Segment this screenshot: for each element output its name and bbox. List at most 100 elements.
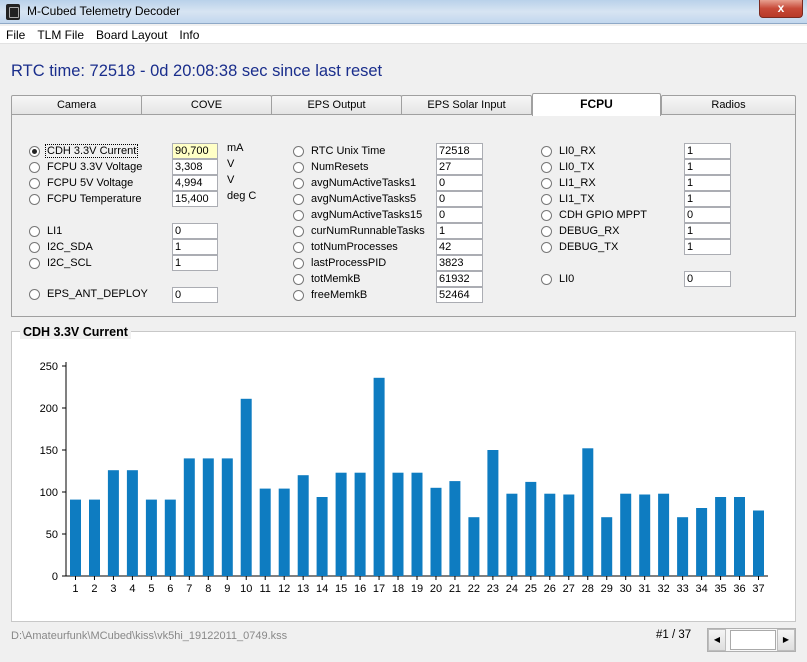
radio-button[interactable] <box>293 273 304 285</box>
radio-button[interactable] <box>293 209 304 221</box>
field-avg-active-tasks-5[interactable]: avgNumActiveTasks5 <box>293 191 417 207</box>
field-label: CDH 3.3V Current <box>44 144 139 158</box>
field-rtc-unix-time[interactable]: RTC Unix Time <box>293 143 386 159</box>
x-tick-label: 3 <box>110 583 116 595</box>
scroll-left-arrow-icon[interactable]: ◀ <box>708 629 726 651</box>
field-li1-tx[interactable]: LI1_TX <box>541 191 595 207</box>
field-label: I2C_SDA <box>47 241 93 253</box>
menu-info[interactable]: Info <box>173 26 205 43</box>
tab-radios[interactable]: Radios <box>661 95 796 115</box>
chart-bar <box>316 497 328 576</box>
radio-button[interactable] <box>29 241 40 253</box>
value-box: 1 <box>436 223 483 239</box>
radio-button[interactable] <box>293 145 304 157</box>
radio-button[interactable] <box>29 177 40 189</box>
field-avg-active-tasks-1[interactable]: avgNumActiveTasks1 <box>293 175 417 191</box>
tab-eps-output[interactable]: EPS Output <box>271 95 402 115</box>
radio-button[interactable] <box>541 145 552 157</box>
bar-chart: 0501001502002501 2 3 4 5 6 7 8 9 10 11 12 13 14 15 16 17… <box>40 361 768 595</box>
chart-bar <box>126 470 138 576</box>
field-avg-active-tasks-15[interactable]: avgNumActiveTasks15 <box>293 207 423 223</box>
field-eps-ant-deploy[interactable]: EPS_ANT_DEPLOY <box>29 286 149 302</box>
radio-button[interactable] <box>293 241 304 253</box>
field-fcpu-5v-voltage[interactable]: FCPU 5V Voltage <box>29 175 134 191</box>
field-label: DEBUG_RX <box>559 225 620 237</box>
scroll-thumb[interactable] <box>730 630 776 650</box>
radio-button[interactable] <box>541 177 552 189</box>
x-tick-label: 11 <box>260 583 271 595</box>
radio-button[interactable] <box>541 161 552 173</box>
radio-button[interactable] <box>293 289 304 301</box>
value-box: 4,994 <box>172 175 218 191</box>
radio-button[interactable] <box>541 225 552 237</box>
x-tick-label: 12 <box>278 583 290 595</box>
radio-button[interactable] <box>541 241 552 253</box>
menu-tlm-file[interactable]: TLM File <box>31 26 90 43</box>
chart-bar <box>601 517 613 576</box>
tab-cove[interactable]: COVE <box>141 95 272 115</box>
chart-bar <box>696 508 708 576</box>
field-cur-runnable-tasks[interactable]: curNumRunnableTasks <box>293 223 426 239</box>
x-tick-label: 32 <box>658 583 670 595</box>
field-i2c-scl[interactable]: I2C_SCL <box>29 255 93 271</box>
x-tick-label: 2 <box>91 583 97 595</box>
value-box: 72518 <box>436 143 483 159</box>
radio-button[interactable] <box>293 193 304 205</box>
field-last-process-pid[interactable]: lastProcessPID <box>293 255 387 271</box>
radio-button[interactable] <box>29 225 40 237</box>
field-tot-num-processes[interactable]: totNumProcesses <box>293 239 399 255</box>
field-label: freeMemkB <box>311 289 368 301</box>
field-cdh-3v3-current[interactable]: CDH 3.3V Current <box>29 143 139 159</box>
field-debug-tx[interactable]: DEBUG_TX <box>541 239 619 255</box>
field-cdh-gpio-mppt[interactable]: CDH GPIO MPPT <box>541 207 648 223</box>
field-tot-mem-kb[interactable]: totMemkB <box>293 271 362 287</box>
close-button[interactable]: x <box>759 0 803 18</box>
chart-bar <box>639 494 651 576</box>
scroll-right-arrow-icon[interactable]: ▶ <box>777 629 795 651</box>
field-label: FCPU Temperature <box>47 193 142 205</box>
radio-button[interactable] <box>541 193 552 205</box>
tab-eps-solar-input[interactable]: EPS Solar Input <box>401 95 532 115</box>
x-tick-label: 28 <box>582 583 594 595</box>
radio-button[interactable] <box>293 257 304 269</box>
radio-button[interactable] <box>29 145 40 157</box>
field-li1-rx[interactable]: LI1_RX <box>541 175 597 191</box>
value-box: 27 <box>436 159 483 175</box>
field-fcpu-3v3-voltage[interactable]: FCPU 3.3V Voltage <box>29 159 143 175</box>
tab-camera[interactable]: Camera <box>11 95 142 115</box>
radio-button[interactable] <box>29 288 40 300</box>
field-debug-rx[interactable]: DEBUG_RX <box>541 223 621 239</box>
radio-button[interactable] <box>293 225 304 237</box>
chart-bar <box>183 458 195 576</box>
field-fcpu-temperature[interactable]: FCPU Temperature <box>29 191 143 207</box>
field-li0[interactable]: LI0 <box>541 271 575 287</box>
chart-bar <box>335 472 347 576</box>
radio-button[interactable] <box>293 177 304 189</box>
record-scrollbar[interactable]: ◀ ▶ <box>707 628 796 652</box>
menu-board-layout[interactable]: Board Layout <box>90 26 173 43</box>
radio-button[interactable] <box>29 257 40 269</box>
tab-fcpu[interactable]: FCPU <box>532 93 661 116</box>
x-tick-label: 20 <box>430 583 442 595</box>
radio-button[interactable] <box>541 209 552 221</box>
radio-button[interactable] <box>29 161 40 173</box>
field-li1[interactable]: LI1 <box>29 223 63 239</box>
radio-button[interactable] <box>293 161 304 173</box>
field-label: LI0 <box>559 273 575 285</box>
y-tick-label: 0 <box>52 571 58 583</box>
field-num-resets[interactable]: NumResets <box>293 159 369 175</box>
chart-bar <box>89 499 100 576</box>
unit-label: V <box>227 158 235 170</box>
x-tick-label: 25 <box>525 583 537 595</box>
radio-button[interactable] <box>541 273 552 285</box>
menu-file[interactable]: File <box>0 26 31 43</box>
field-li0-rx[interactable]: LI0_RX <box>541 143 597 159</box>
x-tick-label: 30 <box>620 583 632 595</box>
field-i2c-sda[interactable]: I2C_SDA <box>29 239 94 255</box>
field-free-mem-kb[interactable]: freeMemkB <box>293 287 368 303</box>
x-tick-label: 36 <box>733 583 745 595</box>
x-tick-label: 5 <box>148 583 154 595</box>
field-li0-tx[interactable]: LI0_TX <box>541 159 595 175</box>
radio-button[interactable] <box>29 193 40 205</box>
x-tick-label: 24 <box>506 583 518 595</box>
